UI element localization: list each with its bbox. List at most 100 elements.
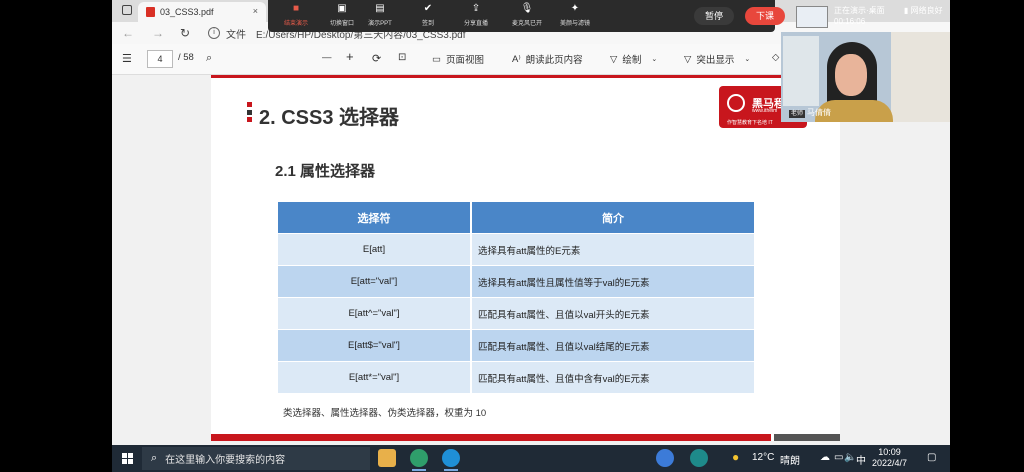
slide-top-bar — [211, 75, 840, 78]
selector-cell: E[att$="val"] — [278, 329, 472, 361]
read-aloud-icon: A⁾ — [512, 53, 521, 65]
pause-button[interactable]: 暂停 — [694, 7, 734, 25]
stop-icon: ■ — [292, 3, 300, 14]
windows-start-icon[interactable] — [122, 453, 133, 464]
table-header-cell: 选择符 — [278, 202, 472, 233]
microphone-icon: 🎙 — [520, 3, 534, 14]
table-header-row: 选择符 简介 — [278, 202, 754, 233]
description-cell: 匹配具有att属性、且值中含有val的E元素 — [472, 361, 754, 393]
info-icon[interactable]: i — [208, 27, 220, 39]
tab-close-icon[interactable]: × — [253, 6, 258, 16]
draw-icon: ▽ — [610, 53, 618, 65]
button-label: 美颜与滤镜 — [559, 21, 590, 27]
button-label: 切换窗口 — [329, 21, 354, 27]
edge-browser-icon[interactable] — [442, 449, 460, 471]
table-row: E[att="val"] 选择具有att属性且属性值等于val的E元素 — [278, 265, 754, 297]
webcam-wall — [891, 32, 950, 122]
page-view-button[interactable]: ▭ 页面视图 — [432, 52, 484, 67]
search-icon: ⌕ — [151, 452, 158, 464]
teacher-tag: 老师 马倩倩 — [789, 107, 831, 118]
webcam-video: 老师 马倩倩 — [781, 32, 950, 122]
page-number-input[interactable]: 4 — [147, 50, 173, 68]
window-menu-icon[interactable] — [122, 5, 132, 15]
zoom-out-button[interactable]: — — [322, 52, 332, 63]
music-app-icon[interactable] — [690, 449, 708, 467]
selector-cell: E[att="val"] — [278, 265, 472, 297]
table-row: E[att*="val"] 匹配具有att属性、且值中含有val的E元素 — [278, 361, 754, 393]
webcam-person-face — [835, 54, 867, 96]
description-cell: 选择具有att属性的E元素 — [472, 233, 754, 265]
slide-bottom-dark-bar — [774, 434, 840, 441]
sign-in-button[interactable]: ✔ 签到 — [404, 3, 452, 27]
taskbar-search-box[interactable]: ⌕ 在这里输入你要搜索的内容 — [142, 447, 370, 470]
chat-app-icon[interactable] — [656, 449, 674, 467]
selector-cell: E[att*="val"] — [278, 361, 472, 393]
network-icon[interactable]: ▭ — [834, 452, 843, 463]
logo-slogan: 作智慧教育下名培 IT — [727, 120, 773, 126]
share-live-button[interactable]: ⇪ 分享直播 — [452, 3, 500, 27]
weather-text[interactable]: 晴朗 — [780, 452, 800, 467]
description-cell: 选择具有att属性且属性值等于val的E元素 — [472, 265, 754, 297]
selector-cell: E[att^="val"] — [278, 297, 472, 329]
chevron-down-icon: ⌄ — [651, 56, 658, 63]
network-status: ▮ 网络良好 — [904, 5, 943, 16]
contents-icon[interactable]: ☰ — [122, 52, 132, 65]
screen-thumbnail — [796, 6, 828, 28]
stop-presenting-button[interactable]: ■ 结束演示 — [272, 3, 320, 27]
sun-icon[interactable]: ● — [732, 450, 739, 464]
clock-time: 10:09 — [878, 447, 901, 457]
clock-date: 2022/4/7 — [872, 458, 908, 468]
table-row: E[att^="val"] 匹配具有att属性、且值以val开头的E元素 — [278, 297, 754, 329]
check-icon: ✔ — [423, 3, 433, 14]
slide-bottom-bar — [211, 434, 771, 441]
teacher-name: 马倩倩 — [807, 108, 832, 117]
search-placeholder: 在这里输入你要搜索的内容 — [165, 455, 286, 466]
logo-emblem-icon — [727, 94, 745, 112]
button-label: 分享直播 — [463, 21, 488, 27]
sparkle-icon: ✦ — [570, 3, 580, 14]
pdf-page: 2. CSS3 选择器 黑马程 www.itheim 作智慧教育下名培 IT 2… — [211, 75, 840, 441]
meeting-app-icon[interactable] — [410, 449, 428, 471]
file-explorer-icon[interactable] — [378, 449, 396, 467]
forward-button[interactable]: → — [152, 26, 164, 40]
highlight-label: 突出显示 — [696, 55, 735, 66]
table-row: E[att] 选择具有att属性的E元素 — [278, 233, 754, 265]
heading-marker — [247, 102, 252, 124]
button-label: 签到 — [421, 21, 434, 27]
ime-indicator[interactable]: 中 — [856, 452, 866, 467]
logo-url: www.itheim — [752, 108, 778, 114]
draw-button[interactable]: ▽ 绘制 ⌄ — [610, 52, 658, 67]
back-button[interactable]: ← — [122, 26, 134, 40]
slide-subheading: 2.1 属性选择器 — [275, 163, 376, 180]
read-aloud-label: 朗读此页内容 — [525, 55, 583, 66]
highlight-button[interactable]: ▽ 突出显示 ⌄ — [684, 52, 750, 67]
browser-tab[interactable]: 03_CSS3.pdf × — [138, 2, 266, 22]
notification-icon[interactable]: ▢ — [927, 452, 936, 463]
volume-icon[interactable]: 🔈 — [844, 452, 856, 463]
taskbar-clock[interactable]: 10:09 2022/4/7 — [872, 447, 907, 469]
end-class-button[interactable]: 下课 — [745, 7, 785, 25]
selector-table: 选择符 简介 E[att] 选择具有att属性的E元素 E[att="val"]… — [278, 202, 754, 393]
url-scheme-label: 文件 — [226, 29, 246, 41]
selector-cell: E[att] — [278, 233, 472, 265]
cloud-icon[interactable]: ☁ — [820, 452, 830, 463]
teacher-role: 老师 — [789, 110, 806, 118]
reload-button[interactable]: ↻ — [180, 26, 190, 40]
rotate-icon[interactable]: ⟳ — [372, 52, 381, 65]
read-aloud-button[interactable]: A⁾ 朗读此页内容 — [512, 52, 583, 67]
signal-icon: ▮ — [904, 6, 911, 15]
eraser-icon[interactable]: ◇ — [772, 52, 779, 63]
ppt-icon: ▤ — [375, 3, 385, 14]
weather-temp[interactable]: 12°C — [752, 452, 774, 463]
button-label: 演示PPT — [368, 21, 392, 27]
presenting-timer: 00:16:06 — [834, 17, 866, 26]
fit-page-icon[interactable]: ⊡ — [398, 52, 406, 63]
button-label: 结束演示 — [283, 21, 308, 27]
present-ppt-button[interactable]: ▤ 演示PPT — [356, 3, 404, 27]
zoom-in-button[interactable]: + — [346, 49, 354, 64]
search-icon[interactable]: ⌕ — [206, 52, 212, 65]
network-label: 网络良好 — [910, 6, 943, 15]
microphone-button[interactable]: 🎙 麦克风已开 — [503, 3, 551, 27]
slide-heading: 2. CSS3 选择器 — [259, 107, 400, 129]
beauty-filter-button[interactable]: ✦ 美颜与滤镜 — [551, 3, 599, 27]
